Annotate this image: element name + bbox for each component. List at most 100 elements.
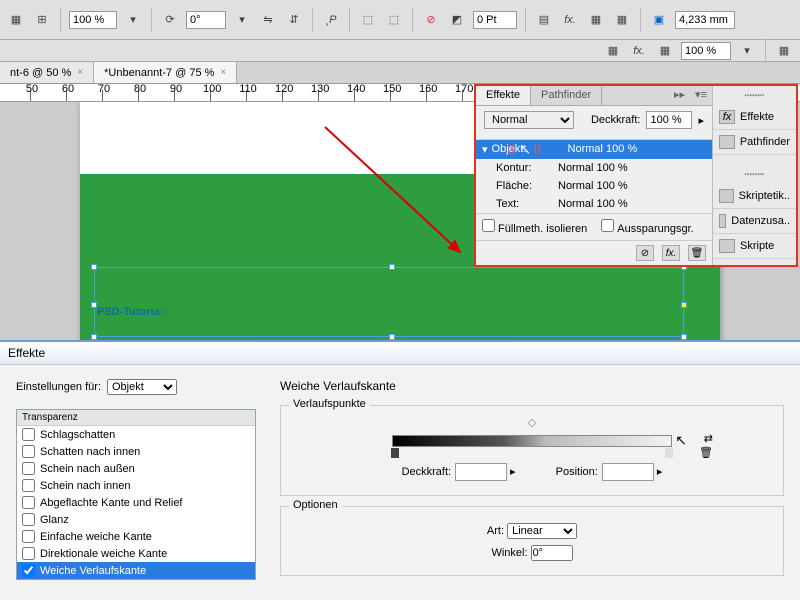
fx-item[interactable]: Schein nach außen — [17, 460, 255, 477]
dock-effekte[interactable]: fxEffekte — [713, 105, 796, 130]
dock-datenzusa[interactable]: Datenzusa.. — [713, 209, 796, 234]
dock-grip-icon[interactable]: ┉┉┉ — [713, 86, 796, 105]
fx-list: Transparenz SchlagschattenSchatten nach … — [16, 409, 256, 580]
trash-mini-icon[interactable]: 🗑 — [699, 446, 713, 459]
opacity-input[interactable] — [681, 42, 731, 60]
misc-icon[interactable]: ▦ — [655, 41, 675, 61]
app-toolbar-2: ▦ fx. ▦ ▾ ▦ — [0, 40, 800, 62]
tab-pathfinder[interactable]: Pathfinder — [531, 86, 602, 105]
winkel-input[interactable] — [531, 545, 573, 561]
art-select[interactable]: Linear — [507, 523, 577, 539]
panel-tabs: Effekte Pathfinder ▸▸ ▾≡ — [476, 86, 712, 106]
clear-fx-icon[interactable]: ⊘ — [636, 245, 654, 261]
blend-mode-select[interactable]: Normal — [484, 111, 574, 129]
fx-item[interactable]: Schatten nach innen — [17, 443, 255, 460]
winkel-label: Winkel: — [491, 547, 527, 559]
dock-skripte[interactable]: Skripte — [713, 234, 796, 259]
dropdown-icon[interactable]: ▾ — [232, 10, 252, 30]
fx-icon-2[interactable]: fx. — [629, 41, 649, 61]
settings-for-select[interactable]: Objekt — [107, 379, 177, 395]
dropdown-icon[interactable]: ▾ — [123, 10, 143, 30]
panel-menu-icon[interactable]: ▾≡ — [690, 86, 712, 105]
gradient-stop-left[interactable] — [391, 448, 399, 458]
position-input[interactable] — [602, 463, 654, 481]
misc2-icon[interactable]: ▦ — [774, 41, 794, 61]
no-stroke-icon[interactable]: ⊘ — [421, 10, 441, 30]
dialog-title: Effekte — [0, 342, 800, 365]
tab-label: *Unbenannt-7 @ 75 % — [104, 67, 214, 79]
annotation-arrow — [320, 122, 480, 272]
settings-for-label: Einstellungen für: — [16, 381, 101, 393]
group-icon[interactable]: ▦ — [603, 41, 623, 61]
text-frame-selection[interactable]: PSD-Tutorials — [94, 267, 684, 337]
layer-list: ▾ Objekt: ↖ (( )) Normal 100 % Kontur:No… — [476, 139, 712, 213]
dock-pathfinder[interactable]: Pathfinder — [713, 130, 796, 155]
wrap2-icon[interactable]: ⬚ — [384, 10, 404, 30]
options-legend: Optionen — [289, 499, 342, 511]
align-icon[interactable]: ▦ — [6, 10, 26, 30]
fx-list-header: Transparenz — [17, 410, 255, 426]
dropdown-icon[interactable]: ▾ — [737, 41, 757, 61]
layer-item-flaeche[interactable]: Fläche:Normal 100 % — [476, 177, 712, 195]
fx-item[interactable]: Glanz — [17, 511, 255, 528]
flip-v-icon[interactable]: ⇵ — [284, 10, 304, 30]
knockout-checkbox[interactable]: Aussparungsgr. — [601, 219, 693, 235]
rotation-input[interactable] — [186, 11, 226, 29]
effects-dialog: Effekte Einstellungen für: Objekt Transp… — [0, 340, 800, 600]
dialog-right-title: Weiche Verlaufskante — [280, 379, 784, 393]
deckkraft-label: Deckkraft: — [402, 466, 452, 478]
doc-tab-1[interactable]: nt-6 @ 50 % × — [0, 62, 94, 83]
isolate-checkbox[interactable]: Füllmeth. isolieren — [482, 219, 587, 235]
close-icon[interactable]: × — [220, 67, 226, 78]
bounds-icon[interactable]: ▣ — [649, 10, 669, 30]
flip-h-icon[interactable]: ⇋ — [258, 10, 278, 30]
document-tabs: nt-6 @ 50 % × *Unbenannt-7 @ 75 % × — [0, 62, 800, 84]
fx-item[interactable]: Schein nach innen — [17, 477, 255, 494]
doc-tab-2[interactable]: *Unbenannt-7 @ 75 % × — [94, 62, 237, 83]
panel-opacity-input[interactable] — [646, 111, 692, 129]
fx3-icon[interactable]: ▦ — [612, 10, 632, 30]
dock-skriptetik[interactable]: Skriptetik.. — [713, 184, 796, 209]
gradient-legend: Verlaufspunkte — [289, 398, 370, 410]
fx-item[interactable]: Schlagschatten — [17, 426, 255, 443]
gradient-bar[interactable]: ↖ ⇄ 🗑 — [392, 435, 672, 447]
dock: ┉┉┉ fxEffekte Pathfinder ┉┉┉ Skriptetik.… — [712, 86, 796, 265]
fx-item[interactable]: Direktionale weiche Kante — [17, 545, 255, 562]
rotate-icon[interactable]: ⟳ — [160, 10, 180, 30]
effects-panel: Effekte Pathfinder ▸▸ ▾≡ Normal Deckkraf… — [474, 84, 798, 267]
fx-item[interactable]: Weiche Verlaufskante — [17, 562, 255, 579]
para-icon[interactable]: ¸P — [321, 10, 341, 30]
gradient-stop-right[interactable] — [665, 448, 673, 458]
fx1-icon[interactable]: ▤ — [534, 10, 554, 30]
layer-item-objekt[interactable]: ▾ Objekt: ↖ (( )) Normal 100 % — [476, 140, 712, 159]
cursor-icon: ↖ — [520, 141, 532, 158]
layer-item-text[interactable]: Text:Normal 100 % — [476, 195, 712, 213]
deckkraft-input[interactable] — [455, 463, 507, 481]
dock-grip-icon[interactable]: ┉┉┉ — [713, 165, 796, 184]
stroke-input[interactable] — [473, 11, 517, 29]
app-toolbar: ▦ ⊞ ▾ ⟳ ▾ ⇋ ⇵ ¸P ⬚ ⬚ ⊘ ◩ ▤ fx. ▦ ▦ ▣ — [0, 0, 800, 40]
cursor-icon: ↖ — [675, 432, 687, 449]
opacity-label: Deckkraft: — [591, 114, 641, 126]
measure-input[interactable] — [675, 11, 735, 29]
fx-label-icon[interactable]: fx. — [560, 10, 580, 30]
panel-collapse-icon[interactable]: ▸▸ — [669, 86, 690, 105]
zoom-input[interactable] — [69, 11, 117, 29]
stroke-swap-icon[interactable]: ◩ — [447, 10, 467, 30]
swap-icon[interactable]: ⇄ — [704, 432, 713, 445]
wrap-icon[interactable]: ⬚ — [358, 10, 378, 30]
tab-label: nt-6 @ 50 % — [10, 67, 71, 79]
dropdown-icon[interactable]: ▸ — [698, 114, 704, 127]
tab-effekte[interactable]: Effekte — [476, 86, 531, 105]
canvas-text: PSD-Tutorials — [97, 266, 685, 328]
fx-button-icon[interactable]: fx. — [662, 245, 680, 261]
trash-icon[interactable]: 🗑 — [688, 245, 706, 261]
position-label: Position: — [556, 466, 598, 478]
fx-item[interactable]: Einfache weiche Kante — [17, 528, 255, 545]
fx2-icon[interactable]: ▦ — [586, 10, 606, 30]
fx-item[interactable]: Abgeflachte Kante und Relief — [17, 494, 255, 511]
art-label: Art: — [487, 525, 504, 537]
distribute-icon[interactable]: ⊞ — [32, 10, 52, 30]
layer-item-kontur[interactable]: Kontur:Normal 100 % — [476, 159, 712, 177]
close-icon[interactable]: × — [77, 67, 83, 78]
